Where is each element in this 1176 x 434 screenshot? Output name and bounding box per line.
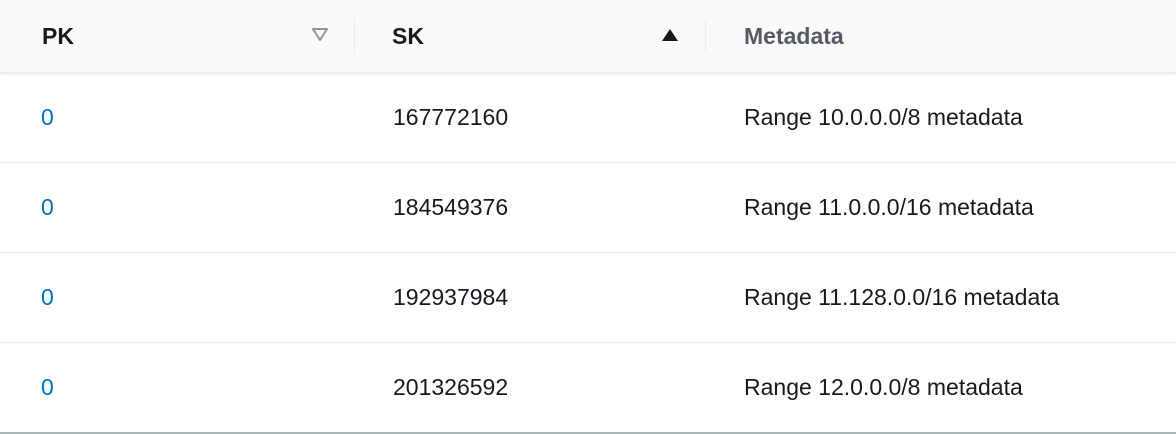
cell-pk-link[interactable]: 0 bbox=[41, 343, 54, 432]
cell-sk: 184549376 bbox=[393, 194, 509, 220]
column-header-pk-label: PK bbox=[42, 22, 74, 49]
sort-ascending-icon[interactable] bbox=[661, 27, 679, 43]
sort-unsorted-icon[interactable] bbox=[311, 27, 329, 43]
cell-metadata: Range 12.0.0.0/8 metadata bbox=[744, 374, 1023, 400]
cell-sk: 201326592 bbox=[393, 374, 509, 400]
table-body: 0 167772160 Range 10.0.0.0/8 metadata 0 … bbox=[0, 73, 1176, 434]
cell-pk-link[interactable]: 0 bbox=[41, 253, 54, 342]
cell-metadata: Range 11.0.0.0/16 metadata bbox=[744, 194, 1034, 220]
column-header-pk[interactable]: PK bbox=[42, 0, 354, 72]
cell-metadata: Range 10.0.0.0/8 metadata bbox=[744, 104, 1023, 130]
cell-sk: 167772160 bbox=[393, 104, 509, 130]
table-row[interactable]: 0 167772160 Range 10.0.0.0/8 metadata bbox=[0, 73, 1176, 163]
column-header-sk[interactable]: SK bbox=[392, 0, 704, 72]
cell-pk-link[interactable]: 0 bbox=[41, 163, 54, 252]
column-divider[interactable] bbox=[705, 20, 706, 52]
column-header-metadata-label: Metadata bbox=[744, 22, 844, 49]
table-row[interactable]: 0 201326592 Range 12.0.0.0/8 metadata bbox=[0, 343, 1176, 434]
cell-sk: 192937984 bbox=[393, 284, 509, 310]
cell-metadata: Range 11.128.0.0/16 metadata bbox=[744, 284, 1060, 310]
table-row[interactable]: 0 192937984 Range 11.128.0.0/16 metadata bbox=[0, 253, 1176, 343]
items-table: PK SK Metadata 0 167772160 Range 10.0.0.… bbox=[0, 0, 1176, 434]
column-header-metadata[interactable]: Metadata bbox=[744, 0, 1164, 72]
cell-pk-link[interactable]: 0 bbox=[41, 73, 54, 162]
column-divider[interactable] bbox=[354, 20, 355, 52]
table-header: PK SK Metadata bbox=[0, 0, 1176, 73]
column-header-sk-label: SK bbox=[392, 22, 424, 49]
table-row[interactable]: 0 184549376 Range 11.0.0.0/16 metadata bbox=[0, 163, 1176, 253]
